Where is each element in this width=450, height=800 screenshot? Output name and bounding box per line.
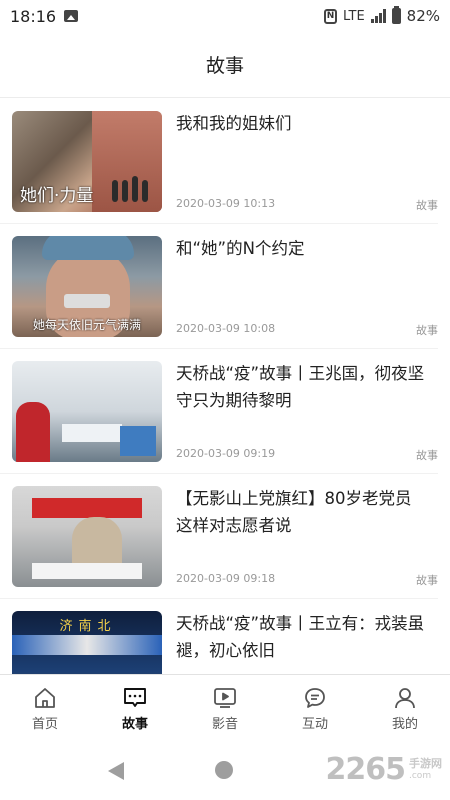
comment-icon [303, 686, 327, 710]
list-item[interactable]: 她每天依旧元气满满 和“她”的N个约定 2020-03-09 10:08 故事 [0, 224, 438, 349]
tab-label: 故事 [121, 716, 148, 732]
play-icon [213, 686, 237, 710]
news-title[interactable]: 【无影山上党旗红】80岁老党员这样对志愿者说 [176, 485, 426, 539]
news-thumbnail: 济南北 [12, 611, 162, 674]
battery-level: 82% [406, 7, 440, 25]
news-date: 2020-03-09 09:19 [176, 447, 276, 460]
home-circle-icon[interactable] [215, 761, 233, 779]
tab-profile[interactable]: 我的 [360, 675, 450, 740]
news-category: 故事 [416, 199, 438, 212]
news-date: 2020-03-09 10:13 [176, 197, 276, 210]
list-item[interactable]: 她们·力量 我和我的姐妹们 2020-03-09 10:13 故事 [0, 99, 438, 224]
status-time: 18:16 [10, 6, 57, 26]
list-item[interactable]: 天桥战“疫”故事丨王兆国，彻夜坚守只为期待黎明 2020-03-09 09:19… [0, 349, 438, 474]
news-category: 故事 [416, 449, 438, 462]
page-header: 故事 [0, 32, 450, 98]
news-thumbnail: 她每天依旧元气满满 [12, 236, 162, 337]
news-date: 2020-03-09 09:18 [176, 572, 276, 585]
news-list[interactable]: 她们·力量 我和我的姐妹们 2020-03-09 10:13 故事 她每天依旧元… [0, 99, 450, 674]
news-thumbnail: 她们·力量 [12, 111, 162, 212]
home-icon [33, 686, 57, 710]
tab-label: 我的 [391, 716, 418, 732]
thumbnail-caption: 她们·力量 [20, 186, 94, 206]
tab-label: 互动 [301, 716, 328, 732]
list-item[interactable]: 济南北 天桥战“疫”故事丨王立有：戎装虽褪，初心依旧 [0, 599, 438, 674]
page-title: 故事 [205, 55, 244, 77]
watermark-domain: .com [409, 770, 432, 781]
status-indicators: N LTE 82% [324, 6, 440, 25]
bottom-nav: 首页 故事 影音 互动 我的 [0, 674, 450, 740]
news-thumbnail [12, 361, 162, 462]
watermark-site: 手游网 [409, 756, 442, 770]
thumbnail-caption: 她每天依旧元气满满 [32, 318, 141, 332]
gallery-icon [64, 10, 79, 22]
news-category: 故事 [416, 574, 438, 587]
tab-media[interactable]: 影音 [180, 675, 270, 740]
news-category: 故事 [416, 324, 438, 337]
watermark-number: 2265 [325, 752, 406, 787]
news-title[interactable]: 天桥战“疫”故事丨王兆国，彻夜坚守只为期待黎明 [176, 360, 426, 414]
chat-dots-icon [123, 686, 147, 710]
tab-label: 首页 [31, 716, 58, 732]
watermark: 2265 手游网 .com [326, 752, 443, 787]
tab-stories[interactable]: 故事 [90, 675, 180, 740]
tab-label: 影音 [211, 716, 238, 732]
signal-icon [370, 9, 386, 23]
tab-interact[interactable]: 互动 [270, 675, 360, 740]
news-title[interactable]: 我和我的姐妹们 [176, 110, 426, 137]
tab-home[interactable]: 首页 [0, 675, 90, 740]
network-type: LTE [343, 8, 365, 24]
news-thumbnail [12, 486, 162, 587]
news-title[interactable]: 天桥战“疫”故事丨王立有：戎装虽褪，初心依旧 [176, 610, 426, 664]
user-icon [393, 686, 417, 710]
nfc-icon: N [324, 8, 338, 24]
battery-icon [391, 6, 401, 24]
system-nav-bar: 2265 手游网 .com [0, 740, 450, 800]
news-date: 2020-03-09 10:08 [176, 322, 276, 335]
thumbnail-caption: 济南北 [59, 619, 117, 634]
list-item[interactable]: 【无影山上党旗红】80岁老党员这样对志愿者说 2020-03-09 09:18 … [0, 474, 438, 599]
back-icon[interactable] [108, 762, 124, 780]
status-bar: 18:16 N LTE 82% [0, 0, 450, 32]
news-title[interactable]: 和“她”的N个约定 [176, 235, 426, 262]
